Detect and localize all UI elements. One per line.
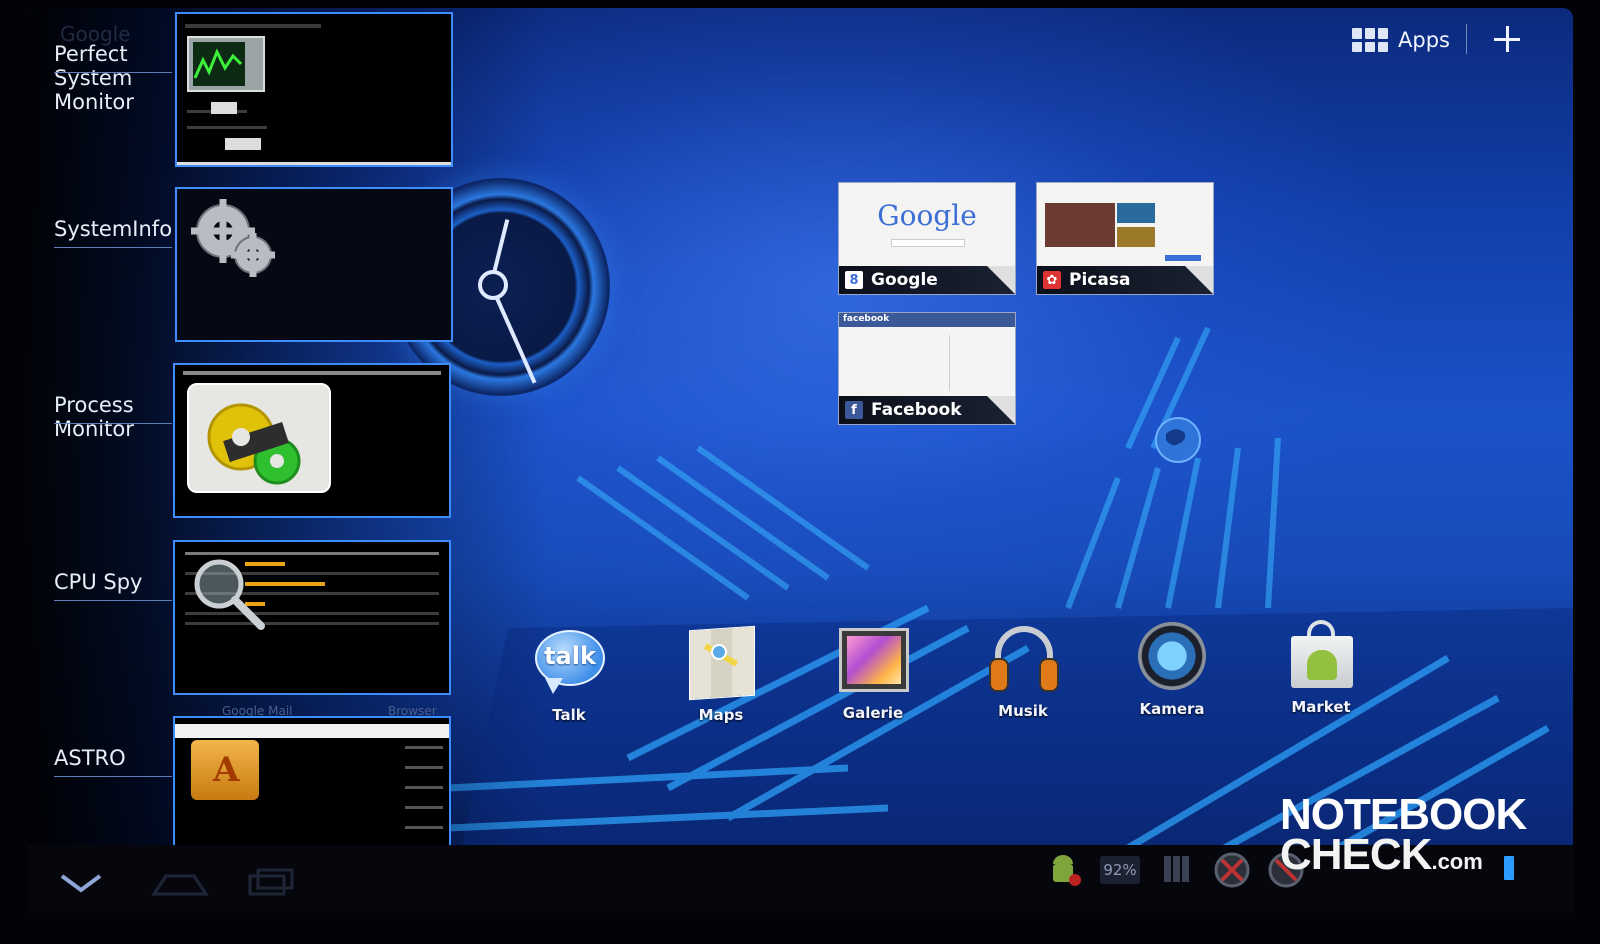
bookmark-label: Google xyxy=(871,270,938,290)
home-icon[interactable] xyxy=(150,868,210,898)
recent-app-label: ASTRO xyxy=(54,746,126,770)
dock-app-galerie[interactable]: Galerie xyxy=(818,624,928,722)
google-search-field xyxy=(891,239,965,247)
apps-grid-icon xyxy=(1352,28,1388,52)
label-line-2: Monitor xyxy=(54,417,134,441)
clock-minute-hand xyxy=(494,295,537,384)
label-divider xyxy=(54,423,172,424)
dock-label: Kamera xyxy=(1139,700,1205,718)
thumb-button xyxy=(211,102,237,114)
bookmark-google[interactable]: Google 8 Google xyxy=(838,182,1016,295)
camera-lens-icon xyxy=(1134,620,1210,696)
thumb-search-bar xyxy=(185,24,321,28)
dock-app-kamera[interactable]: Kamera xyxy=(1117,620,1227,718)
monitor-graph-icon xyxy=(187,36,265,92)
tablet-screen: Perfect System Monitor SystemInfo Proces… xyxy=(0,0,1600,944)
bookmark-picasa[interactable]: ✿ Picasa xyxy=(1036,182,1214,295)
label-divider xyxy=(54,72,172,73)
recent-app-label: CPU Spy xyxy=(54,570,142,594)
label-line-1: CPU Spy xyxy=(54,570,143,594)
headphones-icon xyxy=(985,622,1061,698)
thumb-row xyxy=(405,786,443,789)
recent-apps-icon[interactable] xyxy=(248,866,298,896)
apps-label: Apps xyxy=(1398,28,1450,52)
google-search-hint[interactable]: Google xyxy=(60,22,131,46)
bookmark-label: Picasa xyxy=(1069,270,1131,290)
battery-percent-badge: 92% xyxy=(1100,856,1140,884)
thumb-button xyxy=(225,138,261,150)
dock-app-talk[interactable]: talk Talk xyxy=(514,626,624,724)
picasa-photo xyxy=(1045,203,1115,247)
bookmark-facebook[interactable]: facebook f Facebook xyxy=(838,312,1016,425)
facebook-icon: f xyxy=(845,401,863,419)
label-line-1: ASTRO xyxy=(54,746,126,770)
thumb-row xyxy=(187,126,267,129)
label-line-1: Process xyxy=(54,393,134,417)
watermark-line-2: CHECK.com xyxy=(1280,833,1526,882)
google-logo: Google xyxy=(877,199,977,232)
apps-button[interactable]: Apps xyxy=(1352,22,1450,58)
bookmark-label: Facebook xyxy=(871,400,962,420)
thumb-title-bar xyxy=(183,371,441,375)
dock-label: Galerie xyxy=(842,704,904,722)
thumb-row xyxy=(405,826,443,829)
notebookcheck-watermark: NOTEBOOK CHECK.com xyxy=(1280,790,1527,882)
magnifier-icon xyxy=(194,559,265,630)
recent-app-label: Perfect System Monitor xyxy=(54,42,134,114)
talk-icon: talk xyxy=(531,626,607,702)
back-chevron-icon[interactable] xyxy=(56,868,106,898)
label-line-2: System xyxy=(54,66,133,90)
signal-bars-icon xyxy=(1164,856,1189,882)
recent-app-label: SystemInfo xyxy=(54,217,172,241)
recent-app-thumbnail[interactable] xyxy=(173,363,451,518)
recent-app-systeminfo[interactable]: SystemInfo xyxy=(0,187,470,345)
recent-app-thumbnail[interactable] xyxy=(175,187,453,342)
dock-app-musik[interactable]: Musik xyxy=(968,622,1078,720)
picasa-photo xyxy=(1117,203,1155,223)
astro-folder-icon: A xyxy=(191,740,259,800)
watermark-suffix: .com xyxy=(1431,849,1483,874)
recent-app-label: Process Monitor xyxy=(54,393,134,441)
thumb-scroll xyxy=(177,162,451,165)
process-chip-icon xyxy=(187,383,331,493)
label-divider xyxy=(54,247,172,248)
facebook-header: facebook xyxy=(839,313,1015,327)
thumb-toolbar xyxy=(175,724,449,738)
dock-label: Talk xyxy=(552,706,586,724)
android-notification-icon[interactable] xyxy=(1045,852,1083,890)
label-line-1: SystemInfo xyxy=(54,217,173,241)
watermark-check: CHECK xyxy=(1280,830,1432,879)
picasa-button xyxy=(1165,255,1201,261)
thumb-row xyxy=(405,806,443,809)
dock-app-maps[interactable]: Maps xyxy=(666,625,776,724)
label-divider xyxy=(54,600,172,601)
clock-hour-hand xyxy=(492,219,510,274)
dock-label: Market xyxy=(1291,698,1351,716)
google-icon: 8 xyxy=(845,271,863,289)
recent-app-thumbnail[interactable] xyxy=(173,540,451,695)
label-divider xyxy=(54,776,172,777)
dock-label: Musik xyxy=(998,702,1048,720)
gallery-icon xyxy=(835,624,911,700)
watermark-line-1: NOTEBOOK xyxy=(1280,790,1527,839)
picasa-photo xyxy=(1117,227,1155,247)
recent-app-process-monitor[interactable]: Process Monitor xyxy=(0,363,470,521)
recent-app-thumbnail[interactable] xyxy=(175,12,453,167)
picasa-icon: ✿ xyxy=(1043,271,1061,289)
facebook-logo: facebook xyxy=(843,314,890,324)
thumb-row xyxy=(405,766,443,769)
top-bar-divider xyxy=(1466,24,1467,54)
dock-app-market[interactable]: Market xyxy=(1266,618,1376,716)
facebook-form xyxy=(949,335,1009,391)
label-line-3: Monitor xyxy=(54,90,134,114)
system-monitor-notification-icon[interactable] xyxy=(1212,850,1252,890)
market-bag-icon xyxy=(1283,618,1359,694)
gears-icon xyxy=(191,199,275,277)
recent-app-cpu-spy[interactable]: CPU Spy xyxy=(0,540,470,698)
add-widget-button[interactable] xyxy=(1490,22,1524,56)
dock-label: Maps xyxy=(698,706,744,724)
maps-icon xyxy=(683,625,759,702)
clock-hub xyxy=(478,270,508,300)
thumb-row xyxy=(405,746,443,749)
